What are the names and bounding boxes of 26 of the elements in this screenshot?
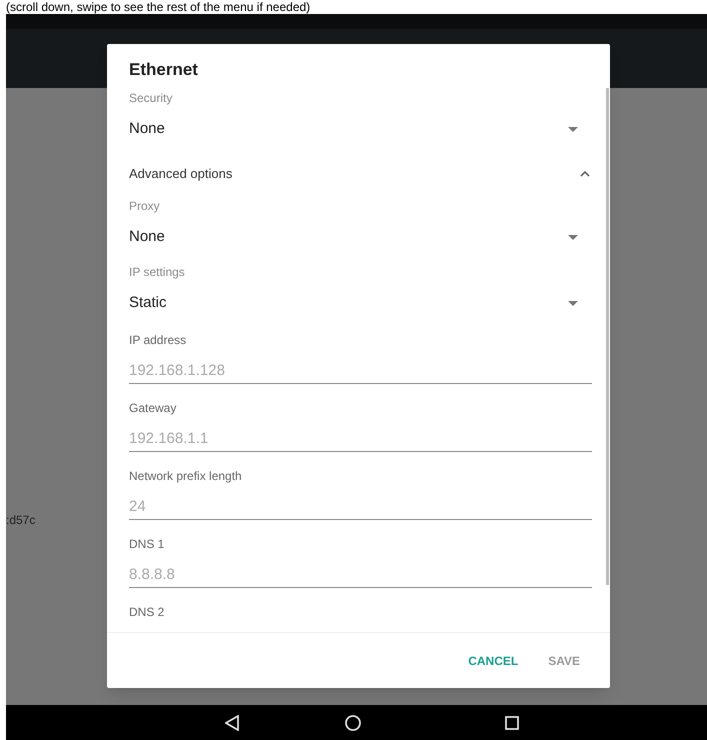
field-label: IP address — [129, 332, 188, 349]
section-toggle[interactable]: Advanced options — [129, 164, 592, 184]
home-icon[interactable] — [345, 714, 361, 730]
field-label: Proxy — [129, 198, 161, 215]
field-label: Gateway — [129, 400, 178, 417]
field-label: Network prefix length — [129, 468, 243, 485]
field-label: Security — [129, 90, 174, 107]
caption: (scroll down, swipe to see the rest of the menu if needed) — [6, 0, 310, 14]
dialog-title: Ethernet — [129, 59, 199, 81]
field-label: DNS 2 — [129, 604, 166, 621]
input-field[interactable]: 24 — [129, 494, 592, 520]
field-label: IP settings — [129, 264, 186, 281]
field-label: DNS 1 — [129, 536, 166, 553]
dropdown[interactable]: Static — [129, 290, 592, 316]
input-field[interactable]: 192.168.1.1 — [129, 426, 592, 452]
recents-icon[interactable] — [505, 716, 519, 730]
chevron-up-icon — [580, 171, 590, 177]
input-field[interactable]: 8.8.8.8 — [129, 562, 592, 588]
input-field[interactable]: 192.168.1.128 — [129, 358, 592, 384]
background-text: :d57c — [6, 512, 36, 528]
dropdown-caret-icon — [568, 234, 578, 240]
back-icon[interactable] — [225, 714, 239, 730]
dropdown-caret-icon — [568, 300, 578, 306]
dropdown[interactable]: None — [129, 116, 592, 142]
dropdown-caret-icon — [568, 126, 578, 132]
dropdown[interactable]: None — [129, 224, 592, 250]
